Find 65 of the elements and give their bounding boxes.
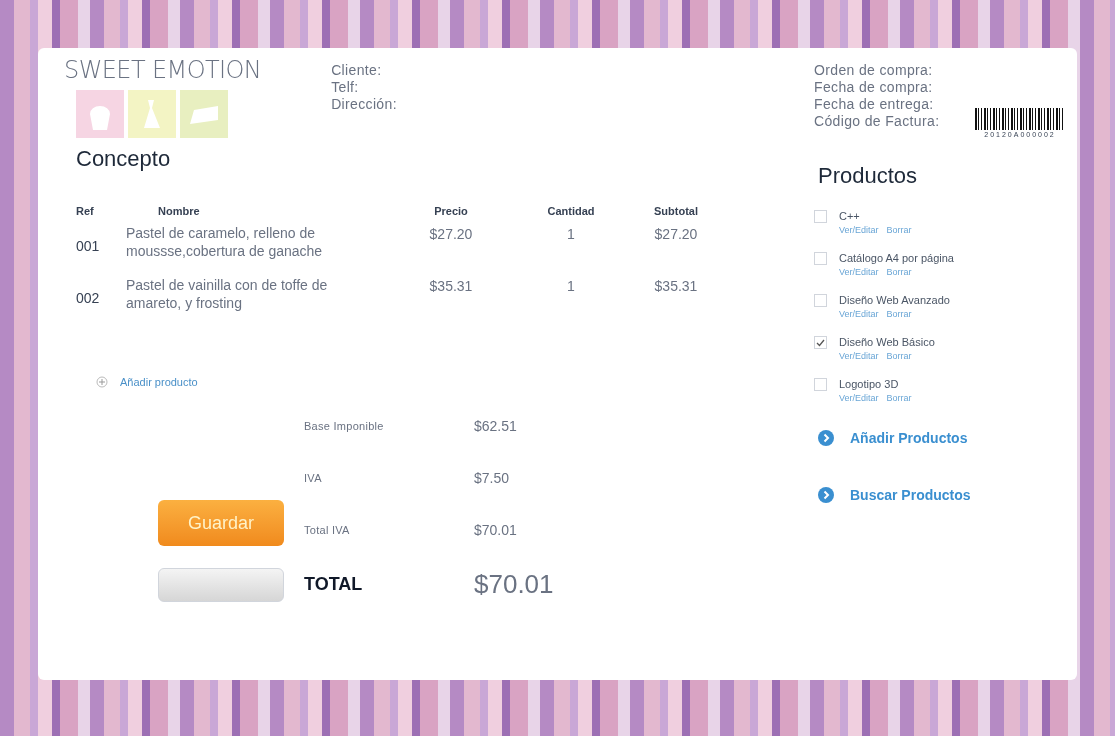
checkbox[interactable]	[814, 293, 827, 307]
product-link[interactable]: Ver/Editar	[839, 308, 879, 322]
product-name: Catálogo A4 por página	[839, 250, 954, 266]
save-button[interactable]: Guardar	[158, 500, 284, 546]
total-label: TOTAL	[304, 572, 364, 596]
field-label: Orden de compra:	[814, 62, 933, 79]
product-name: Diseño Web Básico	[839, 334, 935, 350]
field-label: Fecha de compra:	[814, 79, 933, 96]
table-cell-text: $27.20	[428, 224, 474, 244]
product-name: Diseño Web Avanzado	[839, 292, 950, 308]
secondary-button[interactable]	[158, 568, 284, 602]
total-label: IVA	[304, 470, 323, 486]
action-link[interactable]: Añadir Productos	[850, 427, 968, 449]
table-cell-text: 1	[566, 224, 576, 244]
total-value: $7.50	[474, 468, 510, 488]
table-cell-text: 002	[76, 288, 101, 308]
logo-text: SWEET EMOTION	[64, 58, 262, 82]
table-cell-text: Pastel de vainilla con de toffe de amareto, y frosting	[126, 275, 329, 312]
table-cell-text: 1	[566, 276, 576, 296]
product-link[interactable]: Borrar	[886, 350, 912, 364]
field-label: Fecha de entrega:	[814, 96, 934, 113]
section-title: Concepto	[76, 145, 172, 173]
section-title: Productos	[818, 161, 919, 190]
bottle-icon	[128, 90, 176, 138]
total-value: $62.51	[474, 416, 517, 436]
table-cell-text: 001	[76, 236, 101, 256]
arrow-circle-icon	[818, 430, 834, 446]
total-label: Base Imponible	[304, 418, 385, 434]
table-cell-text: $27.20	[653, 224, 699, 244]
cupcake-icon	[76, 90, 124, 138]
checkbox[interactable]	[814, 377, 827, 391]
product-link[interactable]: Borrar	[886, 266, 912, 280]
field-label: Cliente:	[331, 62, 383, 79]
column-header: Nombre	[157, 204, 201, 219]
product-link[interactable]: Borrar	[886, 392, 912, 406]
total-value: $70.01	[474, 520, 517, 540]
product-link[interactable]: Borrar	[886, 224, 912, 238]
product-name: Logotipo 3D	[839, 376, 900, 392]
table-cell-text: $35.31	[653, 276, 699, 296]
column-header: Precio	[433, 204, 469, 219]
product-name: C++	[839, 208, 861, 224]
table-cell-text: $35.31	[428, 276, 474, 296]
checkbox[interactable]	[814, 209, 827, 223]
barcode-icon	[975, 108, 1065, 130]
field-label: Telf:	[331, 79, 360, 96]
action-link[interactable]: Buscar Productos	[850, 484, 971, 506]
cake-slice-icon	[180, 90, 228, 138]
arrow-circle-icon	[818, 487, 834, 503]
product-link[interactable]: Ver/Editar	[839, 266, 879, 280]
product-link[interactable]: Borrar	[886, 308, 912, 322]
checkbox[interactable]	[814, 251, 827, 265]
product-link[interactable]: Ver/Editar	[839, 350, 879, 364]
field-label: Dirección:	[331, 96, 397, 113]
column-header: Ref	[76, 204, 95, 219]
checkbox[interactable]	[814, 335, 827, 349]
add-product-link[interactable]: Añadir producto	[120, 373, 198, 390]
total-label: Total IVA	[304, 522, 351, 538]
column-header: Subtotal	[653, 204, 699, 219]
column-header: Cantidad	[546, 204, 596, 219]
product-link[interactable]: Ver/Editar	[839, 392, 879, 406]
field-label: Código de Factura:	[814, 113, 940, 130]
product-link[interactable]: Ver/Editar	[839, 224, 879, 238]
table-cell-text: Pastel de caramelo, relleno de moussse,cobertura de ganache	[126, 223, 324, 260]
total-value: $70.01	[474, 567, 554, 601]
plus-circle-icon	[96, 375, 108, 388]
